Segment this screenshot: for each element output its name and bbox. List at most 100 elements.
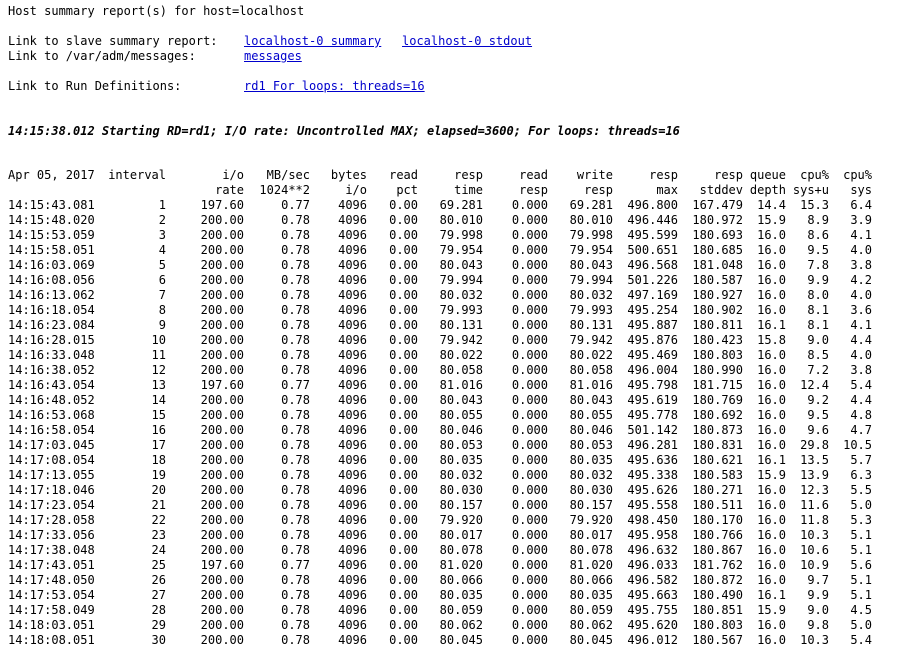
table-cell: 79.920 [439,513,483,527]
slave-summary-link[interactable]: localhost-0 summary [244,34,381,49]
table-cell: 0.78 [281,453,310,467]
column-header: time [454,183,483,197]
table-cell: 0.00 [389,543,418,557]
table-cell: 0.78 [281,498,310,512]
table-cell: 8.1 [807,318,829,332]
table-cell: 4096 [338,513,367,527]
table-cell: 29.8 [800,438,829,452]
table-cell: 180.423 [692,333,743,347]
table-cell: 0.78 [281,288,310,302]
run-definition-link[interactable]: rd1 For loops: threads=16 [244,79,425,94]
table-cell: 4096 [338,633,367,647]
table-cell: 10.9 [800,558,829,572]
table-cell: 0.00 [389,453,418,467]
column-header: sys+u [792,183,829,197]
table-cell: 14:17:28.058 [8,513,95,527]
table-cell: 19 [151,468,166,482]
table-cell: 495.619 [627,393,678,407]
table-cell: 4096 [338,333,367,347]
table-cell: 0.00 [389,633,418,647]
table-cell: 80.078 [569,543,613,557]
table-cell: 0.00 [389,228,418,242]
table-cell: 4096 [338,378,367,392]
table-cell: 12 [151,363,166,377]
messages-link[interactable]: messages [244,49,302,64]
table-cell: 10.3 [800,528,829,542]
table-cell: 10.6 [800,543,829,557]
table-cell: 80.046 [569,423,613,437]
table-cell: 79.994 [439,273,483,287]
table-cell: 80.017 [439,528,483,542]
run-start-line: 14:15:38.012 Starting RD=rd1; I/O rate: … [8,124,680,138]
column-header: 1024**2 [259,183,310,197]
table-cell: 13.9 [800,468,829,482]
table-cell: 5.0 [850,498,872,512]
table-cell: 16.0 [757,303,786,317]
table-cell: 14:16:43.054 [8,378,95,392]
table-row: 14:17:28.058 22 200.00 0.78 4096 0.00 79.920 0.… [0,513,872,528]
table-cell: 79.993 [439,303,483,317]
table-cell: 80.043 [439,393,483,407]
table-cell: 0.000 [511,543,548,557]
table-cell: 14.4 [757,198,786,212]
table-cell: 14:16:38.052 [8,363,95,377]
table-cell: 79.920 [569,513,613,527]
table-cell: 80.045 [569,633,613,647]
table-cell: 80.035 [439,588,483,602]
table-cell: 21 [151,498,166,512]
table-cell: 9 [158,318,166,332]
table-cell: 80.055 [439,408,483,422]
table-row: 14:16:18.054 8 200.00 0.78 4096 0.00 79.993 0.0… [0,303,872,318]
table-cell: 79.994 [569,273,613,287]
table-cell: 9.0 [807,333,829,347]
table-cell: 8.5 [807,348,829,362]
table-cell: 15.9 [757,603,786,617]
table-row: 14:16:03.069 5 200.00 0.78 4096 0.00 80.043 0.0… [0,258,872,273]
table-cell: 5.1 [850,528,872,542]
table-cell: 81.016 [569,378,613,392]
table-row: 14:16:53.068 15 200.00 0.78 4096 0.00 80.055 0.… [0,408,872,423]
table-cell: 14:17:38.048 [8,543,95,557]
table-cell: 0.000 [511,618,548,632]
table-cell: 495.599 [627,228,678,242]
table-cell: 0.00 [389,393,418,407]
table-cell: 197.60 [200,558,244,572]
table-cell: 9.6 [807,423,829,437]
table-cell: 0.000 [511,573,548,587]
table-cell: 0.000 [511,303,548,317]
table-cell: 80.022 [569,348,613,362]
table-cell: 0.00 [389,423,418,437]
table-cell: 24 [151,543,166,557]
table-row: 14:16:38.052 12 200.00 0.78 4096 0.00 80.058 0.… [0,363,872,378]
table-cell: 16.0 [757,618,786,632]
table-cell: 180.567 [692,633,743,647]
slave-stdout-link[interactable]: localhost-0 stdout [402,34,532,49]
table-cell: 501.142 [627,423,678,437]
table-cell: 167.479 [692,198,743,212]
table-cell: 180.621 [692,453,743,467]
table-row: 14:16:23.084 9 200.00 0.78 4096 0.00 80.131 0.0… [0,318,872,333]
table-cell: 4.5 [850,603,872,617]
table-cell: 7.2 [807,363,829,377]
table-cell: 5.4 [850,378,872,392]
table-cell: 80.035 [569,453,613,467]
table-cell: 4096 [338,498,367,512]
table-cell: 5.1 [850,573,872,587]
table-cell: 180.170 [692,513,743,527]
table-cell: 80.058 [569,363,613,377]
table-cell: 200.00 [200,303,244,317]
table-cell: 10.5 [843,438,872,452]
table-cell: 5 [158,258,166,272]
table-cell: 0.78 [281,258,310,272]
table-cell: 4.0 [850,243,872,257]
table-cell: 0.78 [281,588,310,602]
table-cell: 16.0 [757,513,786,527]
table-cell: 0.000 [511,273,548,287]
table-cell: 180.972 [692,213,743,227]
table-cell: 5.1 [850,588,872,602]
table-cell: 0.78 [281,438,310,452]
column-header: read [519,168,548,182]
table-cell: 4.1 [850,318,872,332]
table-row: 14:17:58.049 28 200.00 0.78 4096 0.00 80.059 0.… [0,603,872,618]
table-cell: 80.032 [569,288,613,302]
